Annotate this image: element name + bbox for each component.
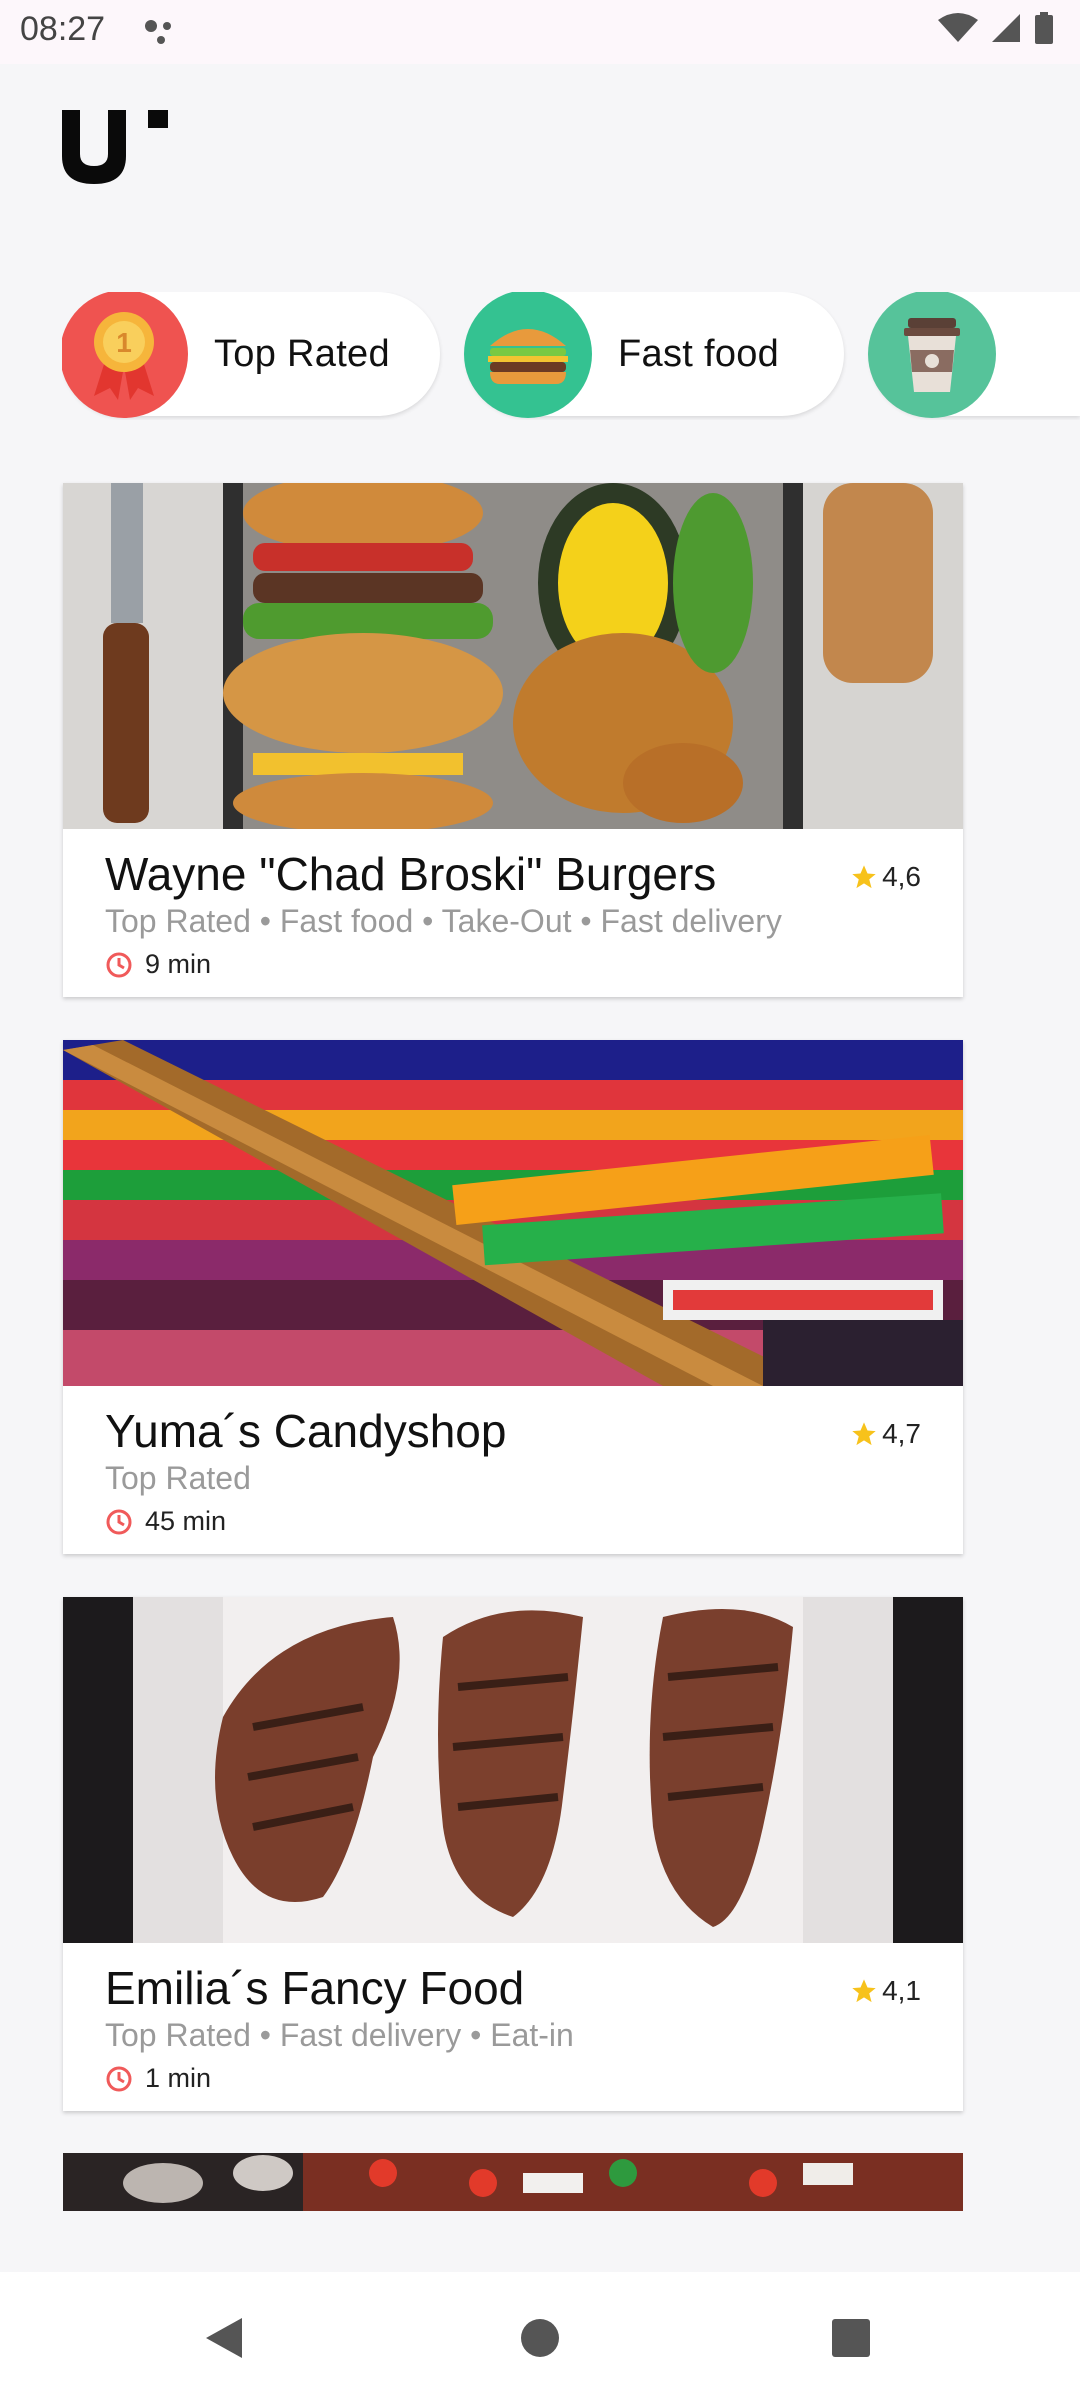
restaurant-photo [63, 1040, 963, 1386]
restaurant-name: Emilia´s Fancy Food [105, 1962, 525, 2014]
status-bar: 08:27 [0, 0, 1080, 64]
category-label: Top Rated [214, 332, 390, 375]
delivery-time-value: 45 min [145, 1506, 227, 1536]
medal-icon: 1 [62, 292, 188, 418]
notification-icon [145, 20, 171, 44]
coffee-cup-icon [868, 292, 996, 418]
restaurant-card[interactable]: Yuma´s Candyshop 4,7 Top Rated 45 min [63, 1040, 963, 1554]
category-chip-top-rated[interactable]: 1 Top Rated [62, 292, 440, 418]
rating-value: 4,1 [882, 1975, 921, 2006]
delivery-time: 45 min [105, 1506, 226, 1537]
star-icon [852, 1422, 876, 1446]
restaurant-tags: Top Rated • Fast delivery • Eat-in [105, 2017, 574, 2053]
app-logo [62, 110, 168, 184]
burger-icon [464, 292, 592, 418]
recents-icon[interactable] [831, 2318, 871, 2358]
cell-signal-icon [992, 14, 1020, 42]
rating-value: 4,6 [882, 861, 921, 892]
category-chip-coffee[interactable] [868, 292, 1080, 418]
star-icon [852, 865, 876, 889]
category-chips: 1 Top Rated Fast food [62, 292, 1080, 420]
status-time: 08:27 [20, 10, 106, 48]
rating-value: 4,7 [882, 1418, 921, 1449]
home-icon[interactable] [520, 2318, 560, 2358]
restaurant-name: Wayne "Chad Broski" Burgers [105, 848, 717, 900]
category-label: Fast food [618, 332, 780, 375]
star-icon [852, 1979, 876, 2003]
restaurant-name: Yuma´s Candyshop [105, 1405, 507, 1457]
delivery-time: 1 min [105, 2063, 211, 2094]
clock-icon [106, 1509, 132, 1534]
restaurant-card[interactable]: Wayne "Chad Broski" Burgers 4,6 Top Rate… [63, 483, 963, 997]
battery-icon [1035, 12, 1053, 44]
category-chip-fast-food[interactable]: Fast food [464, 292, 844, 418]
wifi-icon [938, 13, 978, 42]
restaurant-photo [63, 483, 963, 829]
rating: 4,1 [850, 1975, 921, 2007]
delivery-time: 9 min [105, 949, 211, 980]
restaurant-photo [63, 1597, 963, 1943]
restaurant-tags: Top Rated • Fast food • Take-Out • Fast … [105, 903, 782, 939]
restaurant-card-partial[interactable] [63, 2153, 963, 2211]
restaurant-card[interactable]: Emilia´s Fancy Food 4,1 Top Rated • Fast… [63, 1597, 963, 2111]
restaurant-tags: Top Rated [105, 1460, 251, 1496]
clock-icon [106, 2066, 132, 2091]
clock-icon [106, 952, 132, 977]
rating: 4,7 [850, 1418, 921, 1450]
rating: 4,6 [850, 861, 921, 893]
delivery-time-value: 9 min [145, 949, 212, 979]
back-icon[interactable] [204, 2316, 244, 2360]
system-nav-bar [0, 2272, 1080, 2400]
svg-text:1: 1 [116, 327, 132, 358]
delivery-time-value: 1 min [145, 2063, 212, 2093]
